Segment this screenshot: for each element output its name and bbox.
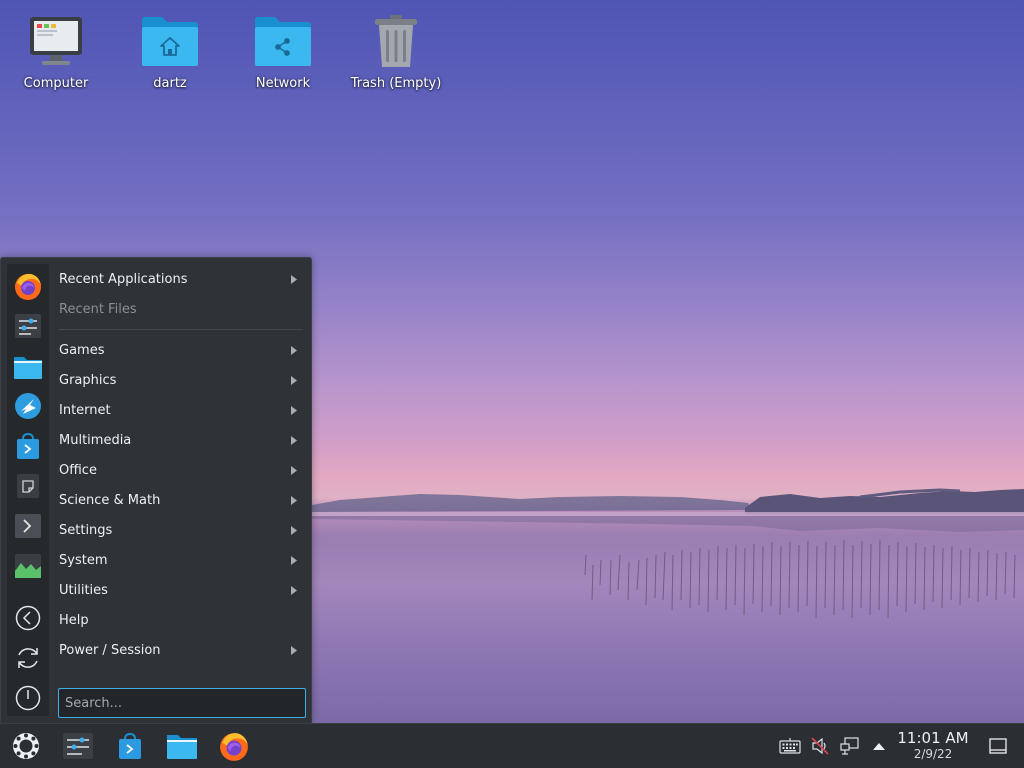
menu-item-label: Settings (59, 522, 113, 538)
network-wired-icon (840, 737, 859, 755)
menu-search-input[interactable] (58, 688, 306, 718)
volume-muted-icon (811, 737, 829, 755)
trash-icon (365, 10, 427, 72)
menu-item-utilities[interactable]: Utilities (59, 575, 303, 605)
system-monitor-icon (15, 554, 41, 578)
menu-item-label: Multimedia (59, 432, 132, 448)
desktop-icon-label: dartz (153, 76, 187, 91)
chevron-right-icon (289, 344, 299, 356)
desktop-icon-computer[interactable]: Computer (4, 10, 108, 100)
desktop-icon-label: Trash (Empty) (350, 76, 442, 91)
chevron-right-icon (289, 434, 299, 446)
power-icon (15, 685, 41, 711)
system-settings-icon (63, 733, 93, 759)
system-settings-icon (15, 314, 41, 338)
back-icon (15, 605, 41, 631)
menu-item-science-math[interactable]: Science & Math (59, 485, 303, 515)
chevron-right-icon (289, 584, 299, 596)
show-desktop-button[interactable] (986, 734, 1010, 758)
menu-item-label: Office (59, 462, 97, 478)
desktop-icon-network[interactable]: Network (231, 10, 335, 100)
taskbar: 11:01 AM 2/9/22 (0, 723, 1024, 768)
menu-item-label: Help (59, 612, 89, 628)
favorite-app-store[interactable] (12, 430, 44, 462)
clock-date: 2/9/22 (913, 747, 953, 761)
menu-item-power-session[interactable]: Power / Session (59, 635, 303, 665)
task-file-manager[interactable] (164, 728, 200, 764)
desktop-icon-label: Computer (23, 76, 89, 91)
menu-separator (59, 329, 303, 330)
menu-item-label: Recent Applications (59, 271, 188, 287)
tray-volume[interactable] (808, 734, 832, 758)
session-power-button[interactable] (12, 682, 44, 714)
favorites-sidebar (7, 264, 49, 716)
favorite-discover[interactable] (12, 390, 44, 422)
chevron-right-icon (289, 494, 299, 506)
chevron-right-icon (289, 273, 299, 285)
home-folder-icon (139, 10, 201, 72)
discover-globe-icon (15, 393, 41, 419)
digital-clock[interactable]: 11:01 AM 2/9/22 (893, 729, 973, 762)
note-icon (17, 474, 39, 498)
favorite-file-manager[interactable] (12, 350, 44, 382)
chevron-right-icon (289, 464, 299, 476)
favorite-system-monitor[interactable] (12, 550, 44, 582)
session-restart-button[interactable] (12, 642, 44, 674)
chevron-right-icon (289, 404, 299, 416)
favorite-system-settings[interactable] (12, 310, 44, 342)
menu-item-office[interactable]: Office (59, 455, 303, 485)
menu-item-system[interactable]: System (59, 545, 303, 575)
menu-item-help[interactable]: Help (59, 605, 303, 635)
chevron-right-icon (289, 554, 299, 566)
chevron-right-icon (289, 374, 299, 386)
app-store-icon (119, 732, 141, 759)
menu-item-settings[interactable]: Settings (59, 515, 303, 545)
show-desktop-icon (989, 738, 1007, 754)
menu-item-multimedia[interactable]: Multimedia (59, 425, 303, 455)
tray-expand-button[interactable] (867, 734, 891, 758)
chevron-right-icon (289, 524, 299, 536)
terminal-icon (15, 514, 41, 538)
tray-keyboard[interactable] (778, 734, 802, 758)
network-folder-icon (252, 10, 314, 72)
menu-item-recent-files[interactable]: Recent Files (59, 294, 303, 324)
task-firefox[interactable] (216, 728, 252, 764)
desktop-icon-trash[interactable]: Trash (Empty) (344, 10, 448, 100)
clock-time: 11:01 AM (897, 729, 969, 747)
favorite-firefox[interactable] (12, 270, 44, 302)
menu-item-label: Utilities (59, 582, 108, 598)
application-launcher-button[interactable] (8, 728, 44, 764)
desktop-icon-label: Network (255, 76, 311, 91)
computer-icon (25, 10, 87, 72)
desktop-icon-home-folder[interactable]: dartz (118, 10, 222, 100)
favorite-terminal[interactable] (12, 510, 44, 542)
keyboard-icon (779, 738, 801, 754)
menu-item-label: Games (59, 342, 105, 358)
tray-expand-arrow-icon (873, 743, 885, 750)
tray-network[interactable] (838, 734, 862, 758)
menu-item-internet[interactable]: Internet (59, 395, 303, 425)
restart-icon (18, 648, 38, 668)
chevron-right-icon (289, 644, 299, 656)
menu-item-label: System (59, 552, 108, 568)
menu-item-label: Internet (59, 402, 111, 418)
task-app-store[interactable] (112, 728, 148, 764)
menu-item-label: Science & Math (59, 492, 161, 508)
menu-item-label: Power / Session (59, 642, 161, 658)
menu-item-label: Recent Files (59, 301, 137, 317)
menu-item-recent-applications[interactable]: Recent Applications (59, 264, 303, 294)
file-manager-icon (14, 357, 42, 379)
menu-item-games[interactable]: Games (59, 335, 303, 365)
favorite-notes[interactable] (12, 470, 44, 502)
app-store-icon (17, 432, 39, 459)
firefox-icon (15, 273, 41, 300)
menu-item-label: Graphics (59, 372, 117, 388)
session-back-button[interactable] (12, 602, 44, 634)
application-launcher-icon (13, 733, 39, 759)
firefox-icon (220, 733, 248, 761)
application-menu: Recent Applications Recent Files Games G… (0, 257, 312, 723)
file-manager-icon (167, 735, 197, 759)
menu-item-graphics[interactable]: Graphics (59, 365, 303, 395)
task-system-settings[interactable] (60, 728, 96, 764)
